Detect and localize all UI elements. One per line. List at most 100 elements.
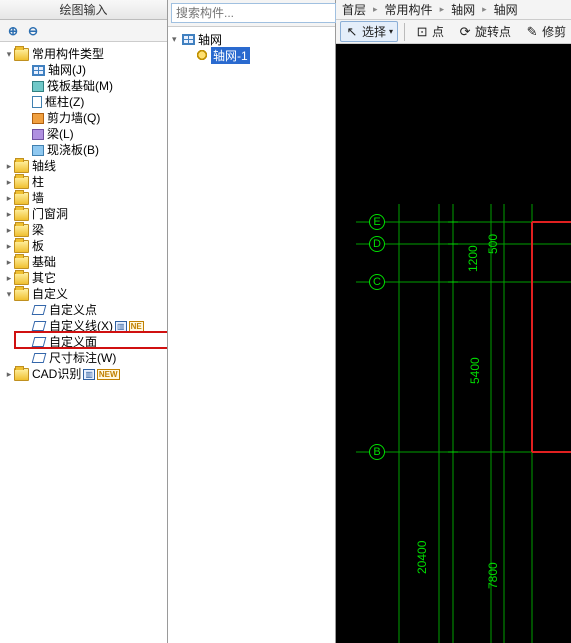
select-button[interactable]: ↖ 选择 ▾ bbox=[340, 21, 398, 42]
tree-item-raft[interactable]: 筏板基础(M) bbox=[2, 78, 165, 94]
tree-label: 自定义面 bbox=[49, 334, 97, 350]
chevron-right-icon[interactable]: ▸ bbox=[4, 206, 14, 222]
chevron-right-icon[interactable]: ▸ bbox=[4, 238, 14, 254]
left-panel: 绘图输入 ⊕ ⊖ ▾ 常用构件类型 轴网(J) 筏板基础(M) 框柱(Z) bbox=[0, 0, 168, 643]
collapse-all-icon[interactable]: ⊖ bbox=[26, 24, 40, 38]
btn-label: 点 bbox=[432, 23, 444, 40]
tree-label: 板 bbox=[32, 238, 44, 254]
tree-label: 剪力墙(Q) bbox=[47, 110, 100, 126]
component-tree[interactable]: ▾ 常用构件类型 轴网(J) 筏板基础(M) 框柱(Z) 剪力墙(Q) bbox=[0, 42, 167, 643]
tree-item-custom-line[interactable]: 自定义线(X) ▥ NE bbox=[2, 318, 165, 334]
tree-label: 基础 bbox=[32, 254, 56, 270]
folder-icon bbox=[14, 208, 29, 221]
tree-label: 梁 bbox=[32, 222, 44, 238]
chevron-down-icon[interactable]: ▾ bbox=[4, 286, 14, 302]
tree-label: 其它 bbox=[32, 270, 56, 286]
tree-folder-foundation[interactable]: ▸ 基础 bbox=[2, 254, 165, 270]
dim-5400: 5400 bbox=[468, 357, 482, 384]
chevron-down-icon[interactable]: ▾ bbox=[4, 46, 14, 62]
tree-item-custom-point[interactable]: 自定义点 bbox=[2, 302, 165, 318]
trim-button[interactable]: ✎ 修剪 bbox=[521, 22, 570, 41]
dim-500: 500 bbox=[486, 234, 500, 254]
tree-label: 轴网 bbox=[198, 31, 222, 48]
axis-label-b: B bbox=[369, 444, 385, 460]
crumb-category[interactable]: 常用构件 bbox=[383, 1, 435, 18]
custom-point-icon bbox=[32, 304, 46, 316]
search-input[interactable] bbox=[171, 3, 336, 23]
left-panel-title: 绘图输入 bbox=[0, 0, 167, 20]
trim-icon: ✎ bbox=[525, 25, 539, 39]
right-panel: 首层 ▸ 常用构件 ▸ 轴网 ▸ 轴网 ↖ 选择 ▾ ⊡ 点 ⟳ 旋转点 bbox=[336, 0, 571, 643]
rotate-icon: ⟳ bbox=[458, 25, 472, 39]
grid-icon bbox=[182, 34, 195, 45]
grid-icon bbox=[32, 65, 45, 76]
tree-label: 自定义点 bbox=[49, 302, 97, 318]
crumb-instance[interactable]: 轴网 bbox=[492, 1, 520, 18]
chevron-right-icon[interactable]: ▸ bbox=[4, 254, 14, 270]
tree-folder-column[interactable]: ▸柱 bbox=[2, 174, 165, 190]
chevron-right-icon[interactable]: ▸ bbox=[4, 222, 14, 238]
chevron-right-icon[interactable]: ▸ bbox=[4, 270, 14, 286]
new-badge: NEW bbox=[97, 369, 120, 380]
tree-label: 常用构件类型 bbox=[32, 46, 104, 62]
instance-tree[interactable]: ▾ 轴网 轴网-1 bbox=[168, 27, 335, 643]
tree-folder-beam[interactable]: ▸梁 bbox=[2, 222, 165, 238]
crumb-floor[interactable]: 首层 bbox=[340, 1, 368, 18]
btn-label: 修剪 bbox=[542, 23, 566, 40]
expand-all-icon[interactable]: ⊕ bbox=[6, 24, 20, 38]
folder-icon bbox=[14, 48, 29, 61]
tree-item-custom-area[interactable]: 自定义面 bbox=[2, 334, 165, 350]
tree-label-selected: 轴网-1 bbox=[211, 47, 250, 64]
tree-item-axis-grid[interactable]: 轴网(J) bbox=[2, 62, 165, 78]
slab-icon bbox=[32, 145, 44, 156]
btn-label: 旋转点 bbox=[475, 23, 511, 40]
tree-item-column[interactable]: 框柱(Z) bbox=[2, 94, 165, 110]
instance-icon bbox=[196, 49, 208, 61]
tree-root-common[interactable]: ▾ 常用构件类型 bbox=[2, 46, 165, 62]
tree-label: 轴线 bbox=[32, 158, 56, 174]
btn-label: 选择 bbox=[362, 23, 386, 40]
folder-icon bbox=[14, 272, 29, 285]
tree-folder-cad[interactable]: ▸ CAD识别 ▥ NEW bbox=[2, 366, 165, 382]
tree-label: CAD识别 bbox=[32, 366, 81, 382]
folder-icon bbox=[14, 176, 29, 189]
tree-folder-axis[interactable]: ▸ 轴线 bbox=[2, 158, 165, 174]
tree-folder-other[interactable]: ▸ 其它 bbox=[2, 270, 165, 286]
instance-item[interactable]: 轴网-1 bbox=[172, 47, 331, 63]
rotate-button[interactable]: ⟳ 旋转点 bbox=[454, 22, 515, 41]
instance-root[interactable]: ▾ 轴网 bbox=[172, 31, 331, 47]
middle-panel: 🔍 ▾ 轴网 轴网-1 bbox=[168, 0, 336, 643]
chevron-down-icon[interactable]: ▾ bbox=[172, 34, 182, 45]
chevron-right-icon[interactable]: ▸ bbox=[4, 174, 14, 190]
drawing-canvas[interactable]: E D C B 1200 500 5400 20400 7800 bbox=[336, 44, 571, 643]
tree-label: 轴网(J) bbox=[48, 62, 86, 78]
breadcrumb: 首层 ▸ 常用构件 ▸ 轴网 ▸ 轴网 bbox=[336, 0, 571, 20]
tree-item-dimension[interactable]: 尺寸标注(W) bbox=[2, 350, 165, 366]
dim-1200: 1200 bbox=[466, 245, 480, 272]
folder-icon bbox=[14, 368, 29, 381]
axis-label-c: C bbox=[369, 274, 385, 290]
tree-label: 现浇板(B) bbox=[47, 142, 99, 158]
tree-item-beam[interactable]: 梁(L) bbox=[2, 126, 165, 142]
canvas-toolbar: ↖ 选择 ▾ ⊡ 点 ⟳ 旋转点 ✎ 修剪 bbox=[336, 20, 571, 44]
tree-folder-wall[interactable]: ▸墙 bbox=[2, 190, 165, 206]
axis-label-d: D bbox=[369, 236, 385, 252]
badge-icon: ▥ bbox=[115, 321, 127, 332]
chevron-right-icon[interactable]: ▸ bbox=[4, 366, 14, 382]
dim-7800: 7800 bbox=[486, 562, 500, 589]
tree-item-slab[interactable]: 现浇板(B) bbox=[2, 142, 165, 158]
point-button[interactable]: ⊡ 点 bbox=[411, 22, 448, 41]
tree-label: 自定义 bbox=[32, 286, 68, 302]
crumb-type[interactable]: 轴网 bbox=[449, 1, 477, 18]
grid-svg bbox=[336, 44, 571, 643]
tree-folder-opening[interactable]: ▸门窗洞 bbox=[2, 206, 165, 222]
chevron-right-icon[interactable]: ▸ bbox=[4, 190, 14, 206]
tree-folder-slab[interactable]: ▸板 bbox=[2, 238, 165, 254]
folder-icon bbox=[14, 192, 29, 205]
tree-folder-custom[interactable]: ▾ 自定义 bbox=[2, 286, 165, 302]
custom-line-icon bbox=[32, 320, 46, 332]
chevron-right-icon[interactable]: ▸ bbox=[4, 158, 14, 174]
badge-icon: ▥ bbox=[83, 369, 95, 380]
chevron-right-icon: ▸ bbox=[370, 4, 381, 15]
tree-item-shearwall[interactable]: 剪力墙(Q) bbox=[2, 110, 165, 126]
